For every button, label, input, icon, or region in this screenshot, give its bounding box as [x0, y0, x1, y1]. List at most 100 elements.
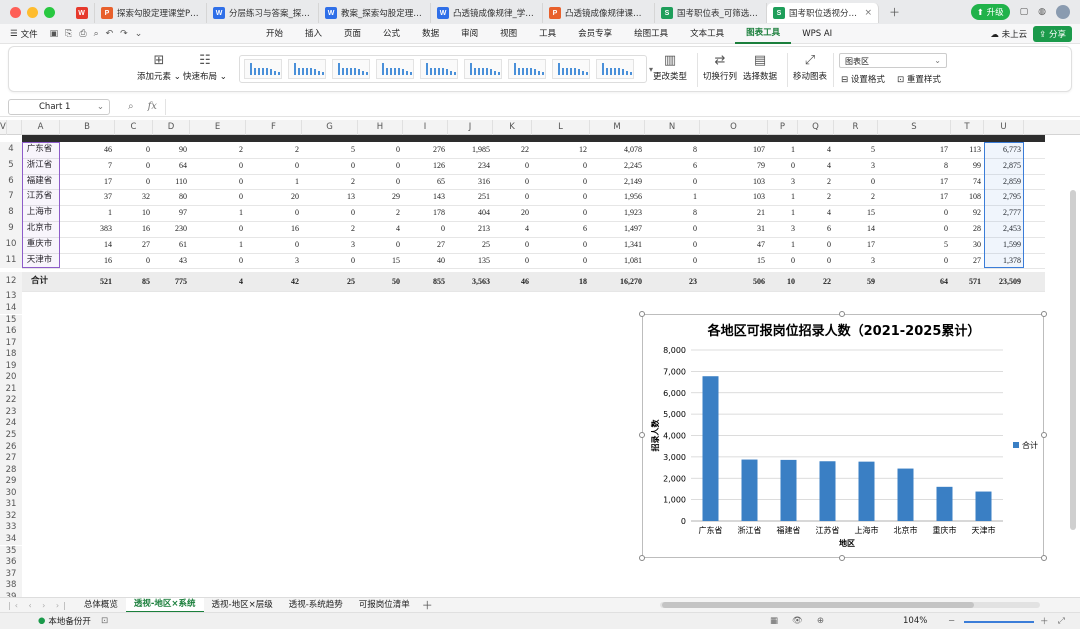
- sheet-tab[interactable]: 透视-系统趋势: [281, 598, 351, 613]
- table-cell[interactable]: 85: [115, 272, 153, 291]
- table-cell[interactable]: 8: [878, 158, 951, 174]
- column-header[interactable]: M: [590, 120, 645, 135]
- table-cell[interactable]: 16: [115, 221, 153, 237]
- row-header[interactable]: 35: [0, 545, 22, 557]
- backup-status[interactable]: 本地备份开: [48, 615, 91, 627]
- row-header[interactable]: 21: [0, 383, 22, 396]
- table-cell[interactable]: 3,563: [448, 272, 493, 291]
- table-cell[interactable]: 1: [768, 142, 798, 158]
- table-cell[interactable]: 7: [60, 158, 115, 174]
- table-cell[interactable]: 14: [60, 237, 115, 253]
- zoom-search-icon[interactable]: ⌕: [128, 101, 134, 112]
- table-cell[interactable]: 0: [493, 158, 532, 174]
- column-header[interactable]: F: [246, 120, 302, 135]
- table-cell[interactable]: 2,245: [590, 158, 645, 174]
- ribbon-tab[interactable]: 页面: [333, 24, 372, 44]
- table-cell[interactable]: 12: [532, 142, 590, 158]
- view-mode-icons[interactable]: ▦👁⊕: [770, 616, 838, 626]
- close-window-button[interactable]: [10, 6, 21, 18]
- column-header[interactable]: G: [302, 120, 358, 135]
- bar[interactable]: [819, 461, 836, 521]
- table-cell[interactable]: 4: [798, 158, 834, 174]
- column-header[interactable]: O: [700, 120, 768, 135]
- table-cell[interactable]: 2: [834, 189, 878, 205]
- sheet-settings-icon[interactable]: ⊡: [101, 616, 108, 626]
- table-cell[interactable]: 404: [448, 205, 493, 221]
- table-cell[interactable]: 143: [403, 189, 448, 205]
- bar[interactable]: [702, 376, 719, 521]
- table-cell[interactable]: 20: [246, 189, 302, 205]
- table-cell[interactable]: 1,341: [590, 237, 645, 253]
- document-tab[interactable]: W 教案_探索勾股定理.docx: [319, 3, 431, 23]
- table-cell[interactable]: 1,497: [590, 221, 645, 237]
- bar[interactable]: [741, 459, 758, 521]
- table-cell[interactable]: 32: [115, 189, 153, 205]
- chart-style-gallery[interactable]: [239, 55, 647, 83]
- switch-row-col-button[interactable]: ⇄ 切换行列: [703, 53, 737, 82]
- table-cell[interactable]: 2,149: [590, 174, 645, 190]
- avatar[interactable]: [1056, 5, 1070, 19]
- cloud-status[interactable]: ☁ 未上云: [990, 28, 1027, 40]
- table-cell[interactable]: 0: [798, 253, 834, 269]
- table-cell[interactable]: 61: [153, 237, 190, 253]
- table-cell[interactable]: 2: [302, 221, 358, 237]
- column-header[interactable]: B: [60, 120, 115, 135]
- table-cell[interactable]: 3: [246, 253, 302, 269]
- table-cell[interactable]: 17: [60, 174, 115, 190]
- table-cell[interactable]: 15: [358, 253, 403, 269]
- table-cell[interactable]: 0: [358, 174, 403, 190]
- table-cell[interactable]: 16: [60, 253, 115, 269]
- table-cell[interactable]: 0: [246, 237, 302, 253]
- table-cell[interactable]: 1: [190, 237, 246, 253]
- table-cell[interactable]: 0: [190, 174, 246, 190]
- table-cell[interactable]: 230: [153, 221, 190, 237]
- ribbon-tab[interactable]: 图表工具: [735, 24, 792, 44]
- chart-style-thumbnail[interactable]: [332, 59, 370, 79]
- table-cell[interactable]: 178: [403, 205, 448, 221]
- table-cell[interactable]: 0: [115, 174, 153, 190]
- ribbon-tab[interactable]: 开始: [255, 24, 294, 44]
- redo-icon[interactable]: ↷: [120, 29, 128, 39]
- bar-chart[interactable]: 各地区可报岗位招录人数（2021-2025累计） 0 1,000 2,000 3,000…: [642, 314, 1044, 558]
- table-cell[interactable]: 0: [190, 189, 246, 205]
- chart-style-thumbnail[interactable]: [552, 59, 590, 79]
- table-cell[interactable]: 0: [115, 253, 153, 269]
- row-header[interactable]: 8: [0, 205, 22, 221]
- table-cell[interactable]: 0: [532, 205, 590, 221]
- table-cell[interactable]: 46: [493, 272, 532, 291]
- table-cell[interactable]: 3: [302, 237, 358, 253]
- row-header[interactable]: 15: [0, 314, 22, 326]
- column-header[interactable]: I: [403, 120, 448, 135]
- sheet-tab[interactable]: 透视-地区×层级: [204, 598, 281, 613]
- table-cell[interactable]: 43: [153, 253, 190, 269]
- bar[interactable]: [897, 468, 914, 521]
- row-header[interactable]: 14: [0, 302, 22, 315]
- table-cell[interactable]: 0: [878, 253, 951, 269]
- ribbon-tab[interactable]: 工具: [528, 24, 567, 44]
- ribbon-tab[interactable]: 会员专享: [567, 24, 623, 44]
- table-cell[interactable]: 65: [403, 174, 448, 190]
- column-header[interactable]: K: [493, 120, 532, 135]
- table-cell[interactable]: 31: [700, 221, 768, 237]
- table-cell[interactable]: 16: [246, 221, 302, 237]
- ribbon-tab[interactable]: 绘图工具: [623, 24, 679, 44]
- zoom-in-icon[interactable]: ＋: [1040, 615, 1049, 627]
- export-icon[interactable]: ⎘: [65, 29, 72, 39]
- scrollbar-thumb[interactable]: [662, 602, 974, 608]
- column-header[interactable]: J: [448, 120, 493, 135]
- table-cell[interactable]: 135: [448, 253, 493, 269]
- row-header[interactable]: 13: [0, 291, 22, 303]
- table-cell[interactable]: 28: [951, 221, 984, 237]
- chart-style-thumbnail[interactable]: [464, 59, 502, 79]
- table-cell[interactable]: 22: [493, 142, 532, 158]
- table-cell[interactable]: 0: [645, 253, 700, 269]
- resize-handle[interactable]: [639, 311, 645, 317]
- table-cell[interactable]: 0: [878, 205, 951, 221]
- column-header[interactable]: P: [768, 120, 798, 135]
- table-cell[interactable]: 0: [532, 158, 590, 174]
- row-header[interactable]: 26: [0, 441, 22, 454]
- table-cell[interactable]: 4: [358, 221, 403, 237]
- table-cell[interactable]: 8: [645, 205, 700, 221]
- table-cell[interactable]: 521: [60, 272, 115, 291]
- column-header[interactable]: S: [878, 120, 951, 135]
